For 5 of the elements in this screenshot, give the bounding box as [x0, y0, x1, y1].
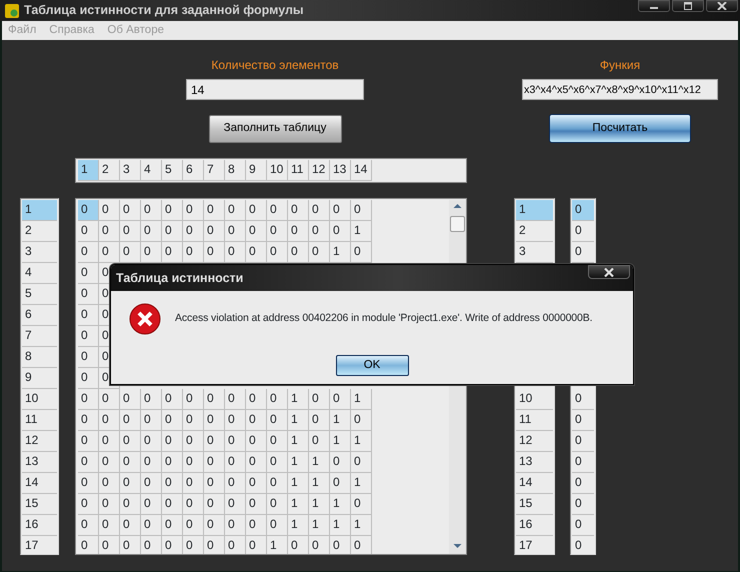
dialog-title: Таблица истинности [116, 270, 244, 287]
window-title: Таблица истинности для заданной формулы [24, 2, 304, 20]
field-label: Количество элементов [210, 58, 340, 72]
error-message: Access violation at address 00402206 in module 'Project1.exe'. Write of address 0000000B. [175, 311, 593, 326]
field-label: Функия [598, 58, 642, 72]
